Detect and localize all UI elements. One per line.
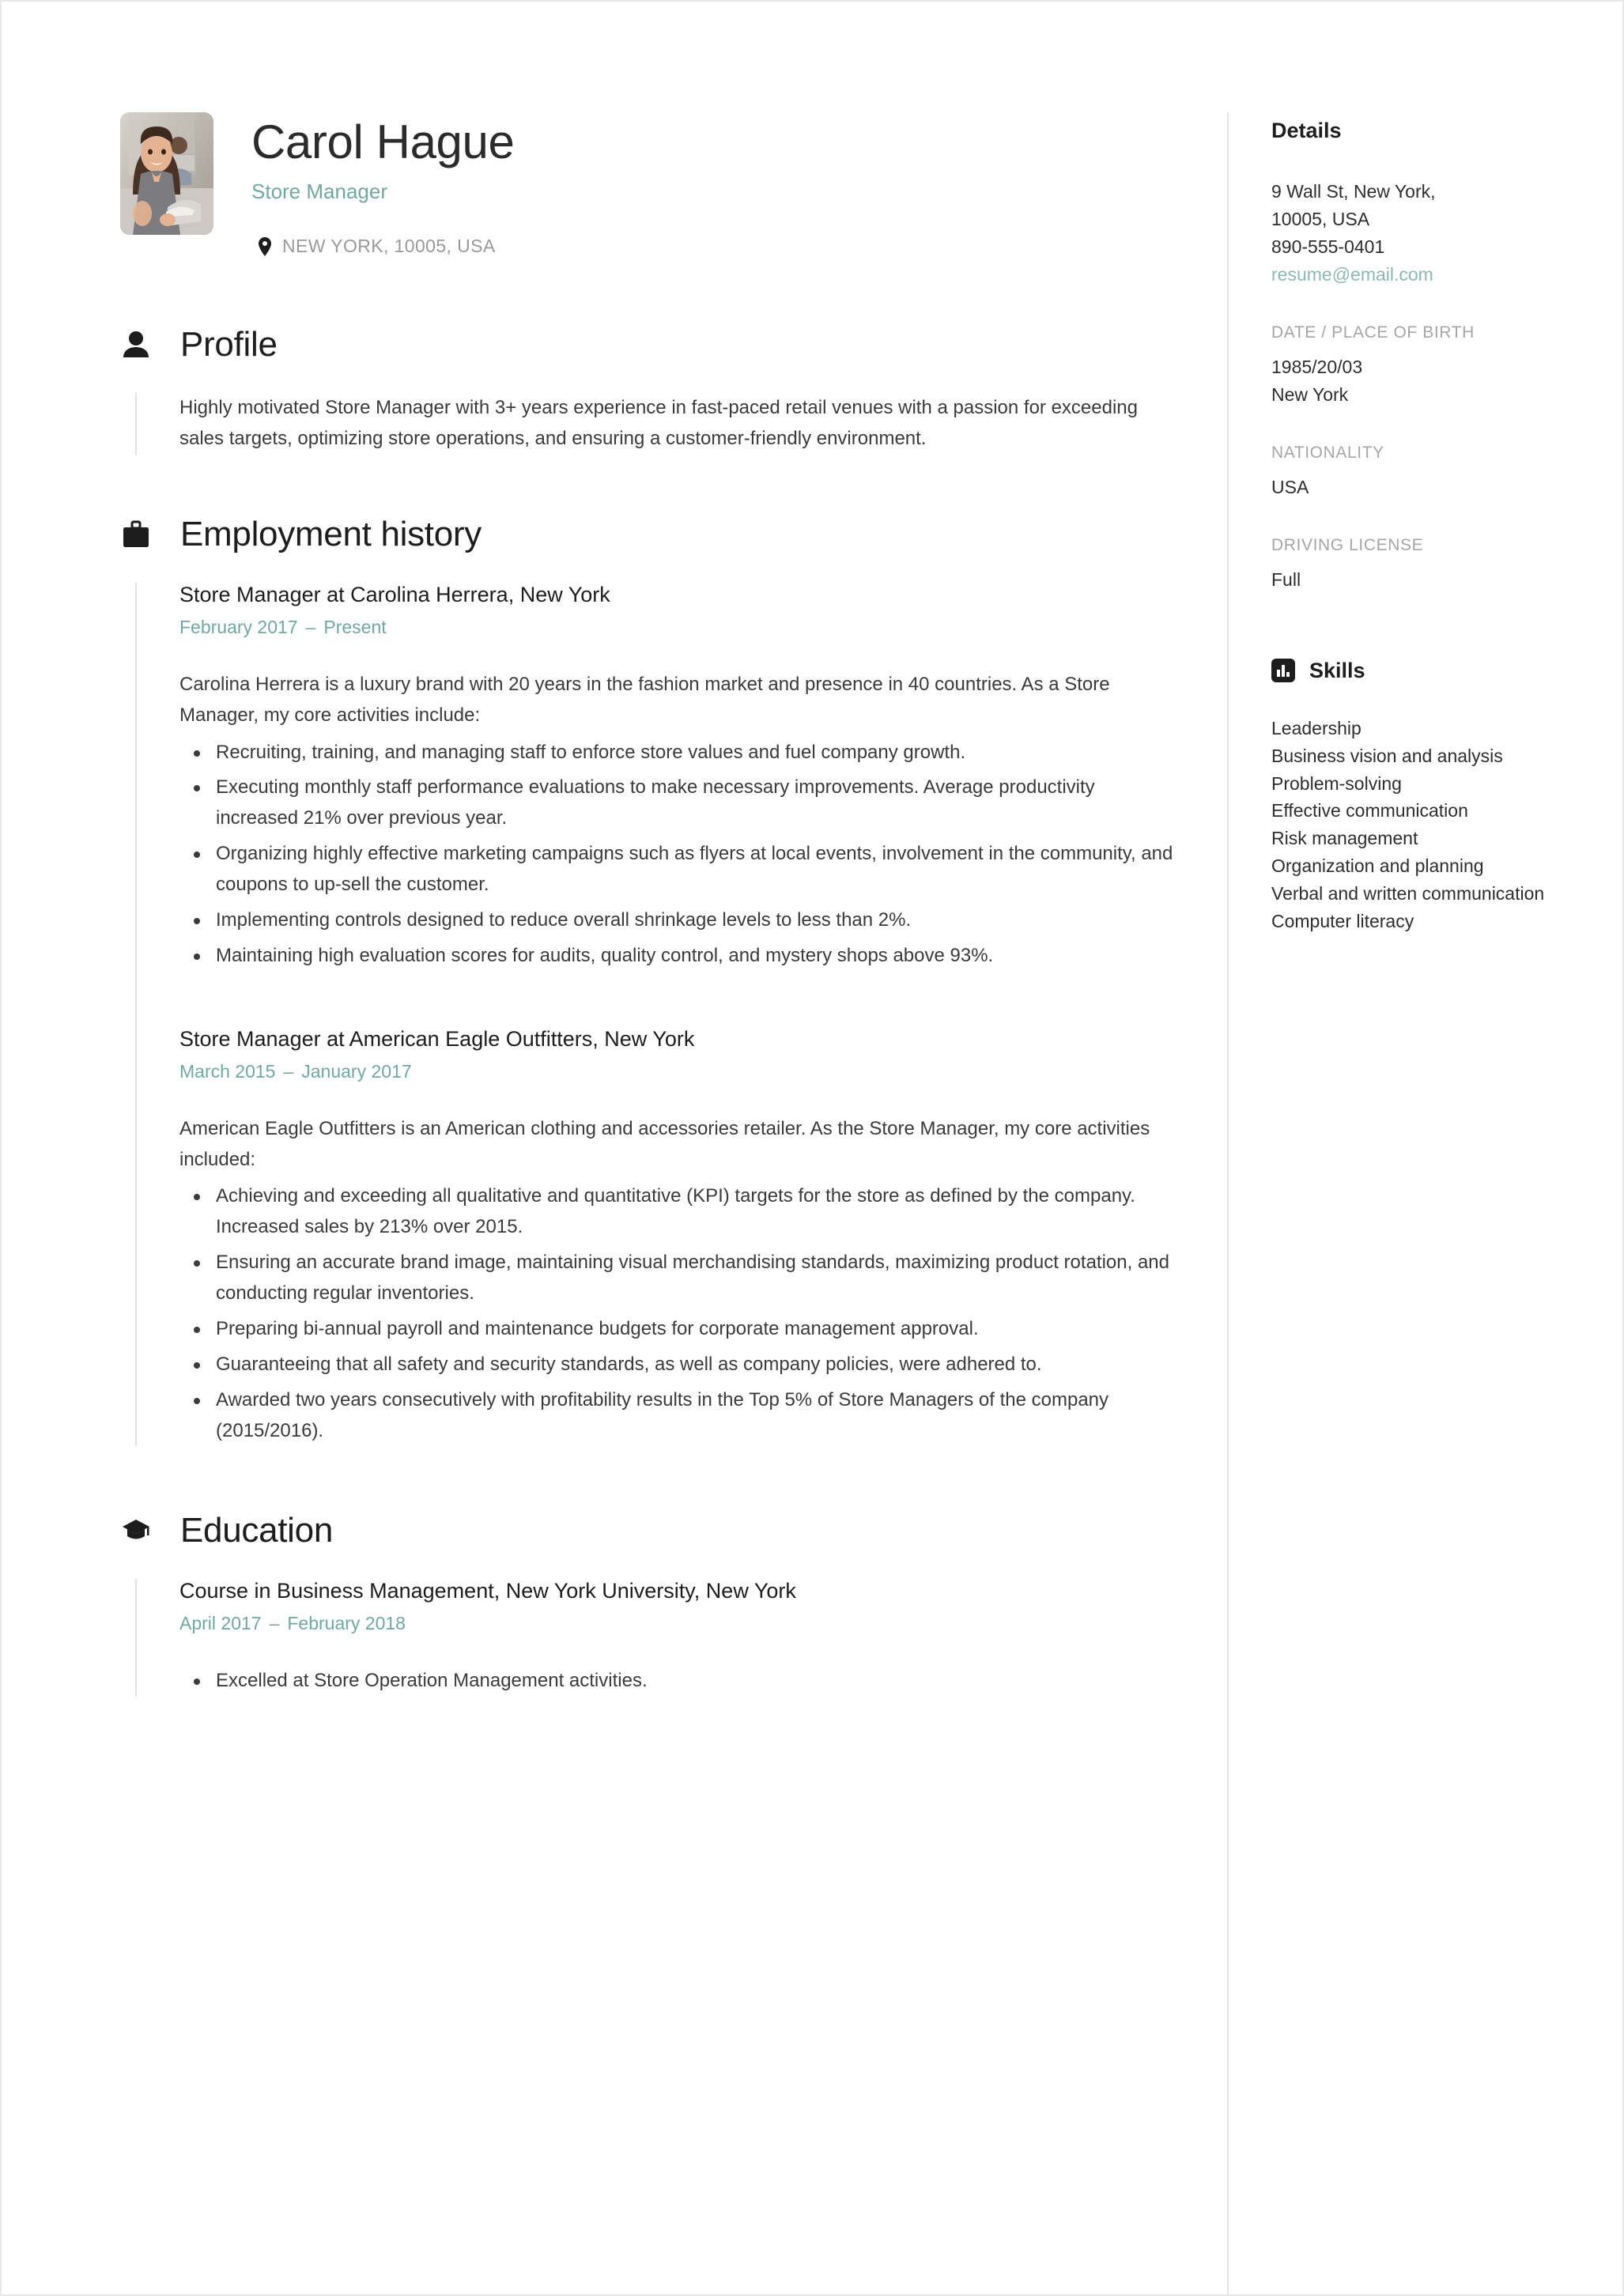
education-heading: Education xyxy=(120,1511,1180,1550)
resume-page: Carol Hague Store Manager NEW YORK, 1000… xyxy=(0,0,1624,2296)
dob-block: 1985/20/03 New York xyxy=(1271,353,1559,409)
date-separator: – xyxy=(305,616,316,637)
nationality-label: NATIONALITY xyxy=(1271,443,1384,462)
date-end: Present xyxy=(323,616,387,637)
nationality-value: USA xyxy=(1271,476,1309,497)
entry-bullets: Excelled at Store Operation Management a… xyxy=(179,1666,1180,1697)
profile-heading: Profile xyxy=(120,325,1180,364)
list-item: Leadership xyxy=(1271,717,1362,738)
date-separator: – xyxy=(283,1060,294,1082)
map-pin-icon xyxy=(258,236,272,256)
location-line: NEW YORK, 10005, USA xyxy=(251,236,514,257)
bar-chart-icon xyxy=(1271,659,1295,683)
list-item: Organizing highly effective marketing ca… xyxy=(194,839,1180,901)
job-title: Store Manager xyxy=(251,179,387,203)
resume-sheet: Carol Hague Store Manager NEW YORK, 1000… xyxy=(2,2,1622,2294)
skills-title: Skills xyxy=(1309,658,1365,682)
section-education: Education Course in Business Management,… xyxy=(120,1511,1180,1697)
entry-title: Course in Business Management, New York … xyxy=(179,1579,796,1603)
education-body: Course in Business Management, New York … xyxy=(135,1579,1180,1697)
employment-heading: Employment history xyxy=(120,515,1180,554)
profile-text: Highly motivated Store Manager with 3+ y… xyxy=(179,397,1138,449)
contact-block: 9 Wall St, New York, 10005, USA 890-555-… xyxy=(1271,178,1559,289)
location-text: NEW YORK, 10005, USA xyxy=(282,236,496,256)
page-title: Carol Hague xyxy=(251,115,515,168)
entry-title: Store Manager at American Eagle Outfitte… xyxy=(179,1026,695,1051)
list-item: Guaranteeing that all safety and securit… xyxy=(194,1350,1180,1380)
employment-entry: Store Manager at American Eagle Outfitte… xyxy=(179,1027,1180,1447)
sidebar: Details 9 Wall St, New York, 10005, USA … xyxy=(1227,112,1559,2294)
list-item: Risk management xyxy=(1271,828,1418,849)
employment-title: Employment history xyxy=(180,514,482,553)
entry-title: Store Manager at Carolina Herrera, New Y… xyxy=(179,582,610,606)
date-end: January 2017 xyxy=(301,1060,412,1082)
date-end: February 2018 xyxy=(287,1613,406,1634)
entry-dates: April 2017– February 2018 xyxy=(179,1613,1180,1634)
graduation-cap-icon xyxy=(120,1518,152,1543)
entry-bullets: Achieving and exceeding all qualitative … xyxy=(179,1181,1180,1446)
list-item: Preparing bi-annual payroll and maintena… xyxy=(194,1314,1180,1345)
list-item: Effective communication xyxy=(1271,800,1468,821)
date-separator: – xyxy=(269,1613,280,1634)
skills-heading: Skills xyxy=(1271,659,1559,683)
date-start: March 2015 xyxy=(179,1060,276,1082)
list-item: Achieving and exceeding all qualitative … xyxy=(194,1181,1180,1243)
date-start: February 2017 xyxy=(179,616,298,637)
details-heading: Details xyxy=(1271,119,1342,142)
list-item: Verbal and written communication xyxy=(1271,883,1545,904)
dob-date: 1985/20/03 xyxy=(1271,356,1363,377)
list-item: Computer literacy xyxy=(1271,911,1414,932)
list-item: Ensuring an accurate brand image, mainta… xyxy=(194,1248,1180,1309)
date-start: April 2017 xyxy=(179,1613,262,1634)
list-item: Excelled at Store Operation Management a… xyxy=(194,1666,1180,1697)
entry-dates: February 2017– Present xyxy=(179,617,1180,638)
section-employment: Employment history Store Manager at Caro… xyxy=(120,515,1180,1447)
driving-license-value: Full xyxy=(1271,568,1301,590)
list-item: Implementing controls designed to reduce… xyxy=(194,905,1180,936)
list-item: Organization and planning xyxy=(1271,855,1484,877)
education-title: Education xyxy=(180,1511,334,1550)
entry-summary: Carolina Herrera is a luxury brand with … xyxy=(179,673,1110,726)
employment-entry: Store Manager at Carolina Herrera, New Y… xyxy=(179,583,1180,972)
list-item: Awarded two years consecutively with pro… xyxy=(194,1385,1180,1447)
employment-body: Store Manager at Carolina Herrera, New Y… xyxy=(135,582,1180,1447)
resume-header: Carol Hague Store Manager NEW YORK, 1000… xyxy=(120,112,1180,257)
list-item: Problem-solving xyxy=(1271,772,1402,794)
avatar xyxy=(120,112,213,235)
list-item: Recruiting, training, and managing staff… xyxy=(194,738,1180,768)
list-item: Executing monthly staff performance eval… xyxy=(194,772,1180,834)
profile-body: Highly motivated Store Manager with 3+ y… xyxy=(135,393,1180,455)
person-icon xyxy=(120,330,152,359)
briefcase-icon xyxy=(120,520,152,549)
dob-place: New York xyxy=(1271,383,1349,405)
entry-summary: American Eagle Outfitters is an American… xyxy=(179,1117,1150,1170)
list-item: Business vision and analysis xyxy=(1271,745,1503,766)
skills-list: Leadership Business vision and analysis … xyxy=(1271,715,1559,936)
header-text-block: Carol Hague Store Manager NEW YORK, 1000… xyxy=(251,112,515,257)
email-link[interactable]: resume@email.com xyxy=(1271,261,1559,289)
dob-label: DATE / PLACE OF BIRTH xyxy=(1271,323,1475,342)
address-line-1: 9 Wall St, New York, xyxy=(1271,181,1436,202)
main-column: Carol Hague Store Manager NEW YORK, 1000… xyxy=(120,112,1227,2294)
section-profile: Profile Highly motivated Store Manager w… xyxy=(120,325,1180,455)
driving-license-label: DRIVING LICENSE xyxy=(1271,535,1424,554)
address-line-2: 10005, USA xyxy=(1271,208,1370,229)
entry-dates: March 2015– January 2017 xyxy=(179,1061,1180,1082)
list-item: Maintaining high evaluation scores for a… xyxy=(194,941,1180,972)
phone-number: 890-555-0401 xyxy=(1271,236,1385,257)
education-entry: Course in Business Management, New York … xyxy=(179,1579,1180,1697)
profile-title: Profile xyxy=(180,325,278,364)
entry-bullets: Recruiting, training, and managing staff… xyxy=(179,738,1180,972)
